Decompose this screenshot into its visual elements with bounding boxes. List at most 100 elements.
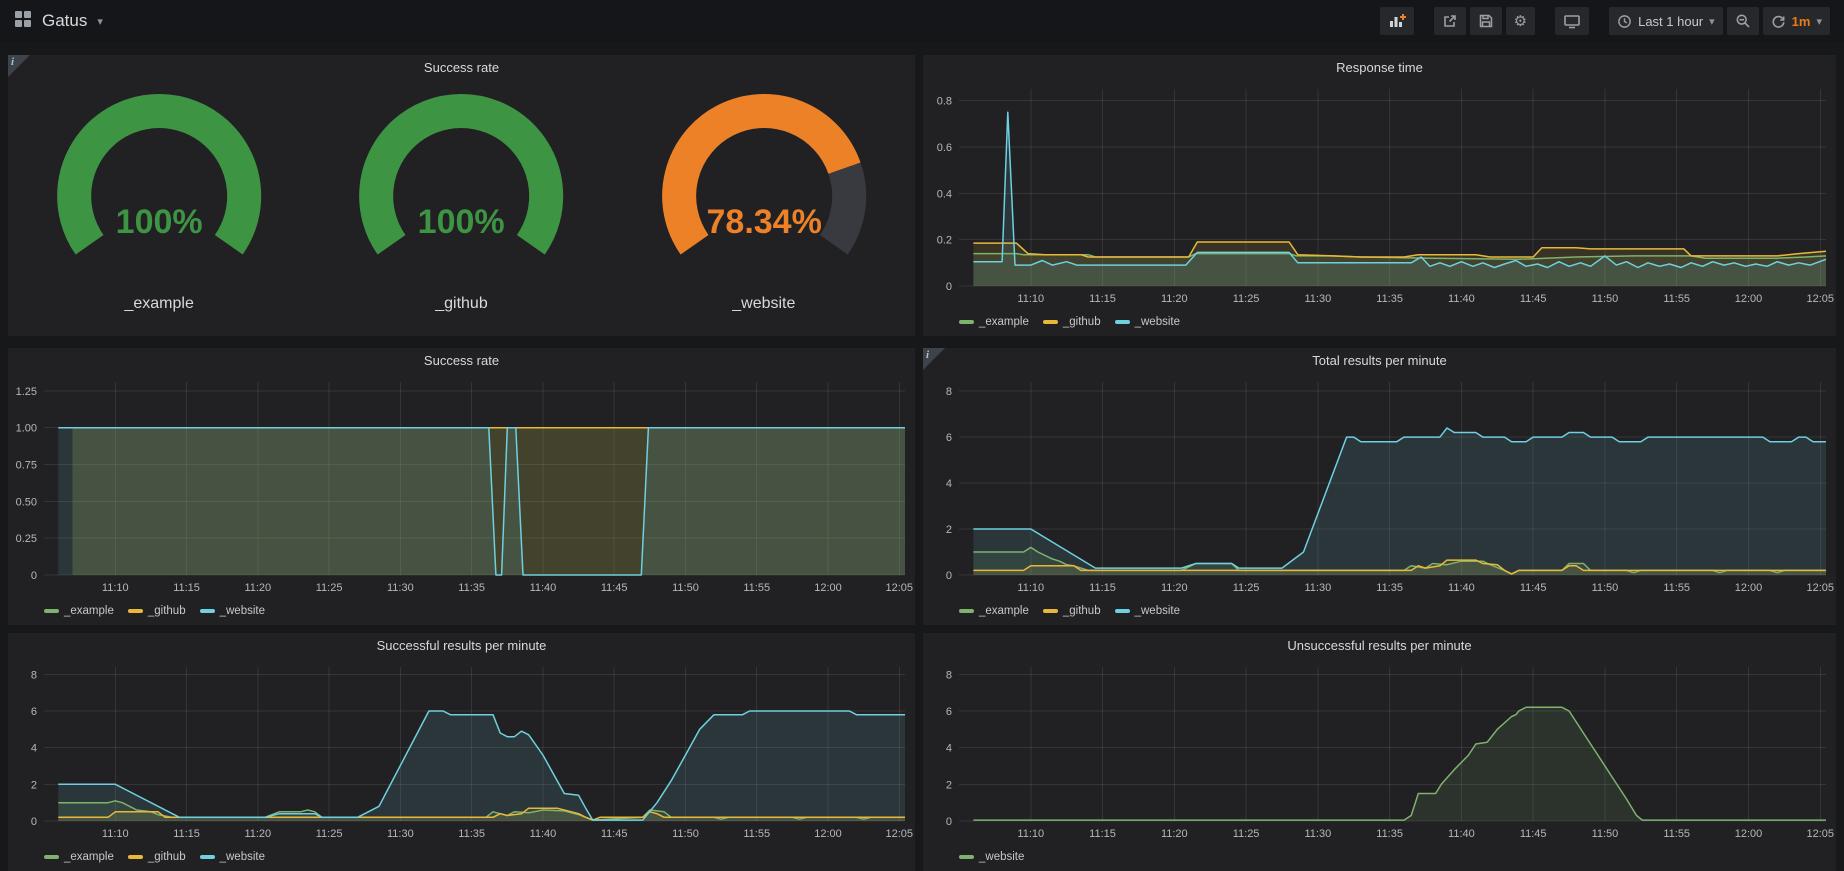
legend-item-_website[interactable]: _website <box>1115 605 1180 617</box>
chart-plot-total-results[interactable]: 0246811:1011:1511:2011:2511:3011:3511:40… <box>923 374 1836 599</box>
legend-label: _example <box>64 851 114 863</box>
chart-plot-unsuccessful-results[interactable]: 0246811:1011:1511:2011:2511:3011:3511:40… <box>923 659 1836 845</box>
chart-canvas[interactable]: 0246811:1011:1511:2011:2511:3011:3511:40… <box>923 374 1836 599</box>
legend-label: _github <box>148 605 186 617</box>
x-axis-label: 11:45 <box>601 828 628 840</box>
legend-item-_website[interactable]: _website <box>200 851 265 863</box>
x-axis-label: 11:50 <box>672 582 699 594</box>
zoom-out-button[interactable] <box>1727 7 1759 35</box>
gauge-arc: 100% <box>310 81 612 293</box>
chart-canvas[interactable]: 0246811:1011:1511:2011:2511:3011:3511:40… <box>923 659 1836 845</box>
y-axis-label: 4 <box>31 743 37 755</box>
x-axis-label: 11:10 <box>102 582 129 594</box>
legend-item-_website[interactable]: _website <box>959 851 1024 863</box>
tv-mode-button[interactable] <box>1555 7 1589 35</box>
panel-title[interactable]: Unsuccessful results per minute <box>923 633 1836 659</box>
panel-title[interactable]: Success rate <box>8 348 915 374</box>
panel-info-icon[interactable]: i <box>8 55 30 77</box>
legend-label: _example <box>979 605 1029 617</box>
chart-canvas[interactable]: 0246811:1011:1511:2011:2511:3011:3511:40… <box>8 659 915 845</box>
legend-item-_github[interactable]: _github <box>1043 605 1101 617</box>
chart-plot-success-rate[interactable]: 00.250.500.751.001.2511:1011:1511:2011:2… <box>8 374 915 599</box>
legend-item-_website[interactable]: _website <box>200 605 265 617</box>
caret-down-icon: ▾ <box>1709 15 1715 28</box>
legend-label: _website <box>1135 605 1180 617</box>
chart-plot-successful-results[interactable]: 0246811:1011:1511:2011:2511:3011:3511:40… <box>8 659 915 845</box>
dashboard-title[interactable]: Gatus <box>42 11 87 31</box>
settings-button[interactable]: ⚙ <box>1506 7 1535 35</box>
caret-down-icon[interactable]: ▾ <box>97 15 103 28</box>
x-axis-label: 11:20 <box>1161 293 1188 305</box>
panel-title[interactable]: Response time <box>923 55 1836 81</box>
legend-item-_example[interactable]: _example <box>959 316 1029 328</box>
y-axis-label: 4 <box>946 743 952 755</box>
x-axis-label: 11:55 <box>743 582 770 594</box>
x-axis-label: 11:45 <box>1520 828 1547 840</box>
save-button[interactable] <box>1470 7 1502 35</box>
chart-plot-response-time[interactable]: 00.20.40.60.811:1011:1511:2011:2511:3011… <box>923 81 1836 310</box>
y-axis-label: 8 <box>946 386 952 398</box>
legend-dash-icon <box>1115 609 1130 613</box>
legend-label: _website <box>220 605 265 617</box>
legend-dash-icon <box>44 855 59 859</box>
legend-item-_github[interactable]: _github <box>1043 316 1101 328</box>
add-panel-button[interactable] <box>1380 7 1414 35</box>
series-fill-_website <box>58 428 905 575</box>
share-icon <box>1442 13 1458 29</box>
share-button[interactable] <box>1434 7 1466 35</box>
x-axis-label: 12:05 <box>885 582 913 594</box>
panel-title[interactable]: Successful results per minute <box>8 633 915 659</box>
panel-total-results: i Total results per minute 0246811:1011:… <box>923 348 1836 625</box>
y-axis-label: 0 <box>946 570 952 582</box>
x-axis-label: 12:00 <box>1735 582 1763 594</box>
x-axis-label: 11:40 <box>530 582 557 594</box>
x-axis-label: 11:50 <box>672 828 699 840</box>
navbar: Gatus ▾ ⚙ <box>0 0 1844 42</box>
legend-item-_example[interactable]: _example <box>44 851 114 863</box>
series-line-_website <box>973 112 1826 267</box>
time-range-button[interactable]: Last 1 hour ▾ <box>1609 7 1723 35</box>
legend-item-_github[interactable]: _github <box>128 851 186 863</box>
x-axis-label: 11:55 <box>1663 828 1690 840</box>
dashboard-grid-icon[interactable] <box>14 10 32 33</box>
chart-legend: _example _github _website <box>959 602 1180 620</box>
x-axis-label: 12:00 <box>814 582 842 594</box>
x-axis-label: 11:15 <box>1089 828 1116 840</box>
legend-item-_github[interactable]: _github <box>128 605 186 617</box>
x-axis-label: 11:40 <box>1448 828 1475 840</box>
chart-canvas[interactable]: 00.20.40.60.811:1011:1511:2011:2511:3011… <box>923 81 1836 310</box>
chart-canvas[interactable]: 00.250.500.751.001.2511:1011:1511:2011:2… <box>8 374 915 599</box>
x-axis-label: 12:00 <box>1735 293 1763 305</box>
y-axis-label: 0.8 <box>937 96 952 108</box>
gauge-_website: 78.34%_website <box>613 81 915 336</box>
x-axis-label: 11:25 <box>1233 582 1260 594</box>
refresh-button[interactable]: 1m ▾ <box>1763 7 1830 35</box>
panel-title[interactable]: Success rate <box>8 55 915 81</box>
y-axis-label: 4 <box>946 478 952 490</box>
gauge-value-text: 100% <box>116 203 203 241</box>
zoom-out-icon <box>1735 13 1751 29</box>
x-axis-label: 11:50 <box>1592 293 1619 305</box>
legend-item-_example[interactable]: _example <box>959 605 1029 617</box>
legend-item-_example[interactable]: _example <box>44 605 114 617</box>
info-icon: i <box>926 349 929 361</box>
y-axis-label: 2 <box>946 779 952 791</box>
panel-info-icon[interactable]: i <box>923 348 945 370</box>
x-axis-label: 11:15 <box>1089 582 1116 594</box>
y-axis-label: 0.2 <box>937 235 952 247</box>
x-axis-label: 11:45 <box>601 582 628 594</box>
x-axis-label: 11:40 <box>1448 582 1475 594</box>
y-axis-label: 0 <box>31 816 37 828</box>
legend-dash-icon <box>959 855 974 859</box>
caret-down-icon: ▾ <box>1816 15 1822 28</box>
x-axis-label: 11:10 <box>1017 828 1044 840</box>
legend-dash-icon <box>1043 609 1058 613</box>
gear-icon: ⚙ <box>1514 12 1527 30</box>
y-axis-label: 1.00 <box>16 423 37 435</box>
panel-title[interactable]: Total results per minute <box>923 348 1836 374</box>
x-axis-label: 11:15 <box>173 582 200 594</box>
x-axis-label: 11:50 <box>1592 582 1619 594</box>
gauge-label: _example <box>124 295 193 313</box>
x-axis-label: 12:05 <box>885 828 913 840</box>
legend-item-_website[interactable]: _website <box>1115 316 1180 328</box>
